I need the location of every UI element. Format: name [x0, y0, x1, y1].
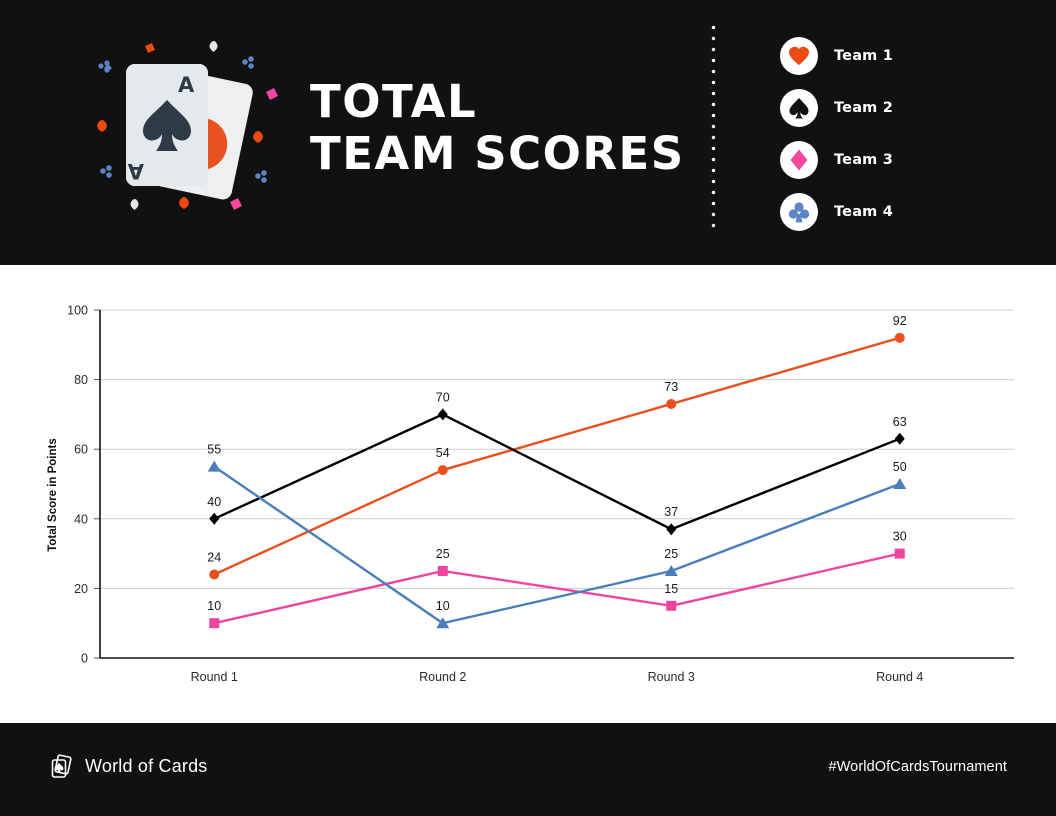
data-point-team-1	[209, 569, 220, 580]
data-point-label: 24	[207, 550, 221, 564]
data-point-label: 55	[207, 443, 221, 457]
data-point-team-1	[666, 398, 677, 409]
x-axis: Round 1 Round 2 Round 3 Round 4	[100, 657, 1014, 684]
data-point-label: 73	[664, 380, 678, 394]
line-chart: 020406080100 Round 1 Round 2 Round 3 Round …	[47, 304, 1014, 684]
data-point-team-2	[666, 523, 677, 536]
data-point-team-3	[209, 618, 220, 629]
title-line-1: TOTAL	[310, 75, 478, 128]
header-banner: A A A TOTAL TEAM SCORES T	[0, 0, 1056, 265]
footer-bar: World of Cards #WorldOfCardsTournament	[0, 723, 1056, 816]
data-point-label: 15	[664, 582, 678, 596]
data-point-label: 30	[893, 530, 907, 544]
data-point-label: 54	[436, 446, 450, 460]
chart-section: 0 20 40 60 80 100 Round 1 Round 2 Round 3 Round …	[0, 265, 1056, 723]
data-point-label: 10	[436, 599, 450, 613]
legend-item-team-1[interactable]: Team 1	[780, 30, 1010, 82]
x-tick-label: Round 2	[419, 670, 466, 684]
y-axis: 0 20 40 60 80 100	[67, 304, 101, 666]
chart-legend: Team 1 Team 2 Team 3 Team 4	[780, 30, 1010, 238]
y-tick-label: 40	[74, 512, 88, 526]
data-point-team-3	[894, 548, 905, 559]
series-lines	[213, 336, 901, 625]
legend-label-team-1: Team 1	[834, 48, 894, 64]
series-markers	[207, 332, 907, 629]
ace-of-spades-and-ace-of-diamonds: A A A	[82, 30, 297, 230]
series-line-team-1	[213, 336, 901, 576]
data-point-label: 10	[207, 599, 221, 613]
data-point-label: 70	[436, 390, 450, 404]
legend-item-team-4[interactable]: Team 4	[780, 186, 1010, 238]
title-line-2: TEAM SCORES	[310, 127, 685, 180]
data-point-label: 25	[664, 547, 678, 561]
x-tick-label: Round 1	[191, 670, 238, 684]
x-tick-label: Round 3	[648, 670, 695, 684]
point-labels: 24 54 73 92 40 70 37 63 10 25 15 30 55 10 25 50	[207, 314, 906, 613]
data-point-label: 63	[893, 415, 907, 429]
data-point-team-4	[207, 460, 221, 472]
legend-label-team-3: Team 3	[834, 152, 894, 168]
data-point-team-1	[894, 332, 905, 343]
brand-block: World of Cards	[47, 753, 208, 779]
data-point-team-3	[437, 566, 448, 576]
data-point-team-1	[437, 465, 448, 476]
hashtag-text: #WorldOfCardsTournament	[828, 759, 1007, 775]
svg-text:A: A	[127, 159, 144, 183]
data-point-team-2	[437, 408, 448, 421]
club-icon	[780, 193, 818, 231]
legend-label-team-4: Team 4	[834, 204, 894, 220]
data-point-label: 37	[664, 505, 678, 519]
data-point-label: 50	[893, 460, 907, 474]
legend-label-team-2: Team 2	[834, 100, 894, 116]
y-axis-title: Total Score in Points	[47, 438, 59, 552]
page-title: TOTAL TEAM SCORES	[310, 76, 690, 180]
legend-item-team-3[interactable]: Team 3	[780, 134, 1010, 186]
series-line-team-2	[213, 413, 901, 531]
data-point-label: 40	[207, 495, 221, 509]
y-tick-label: 80	[74, 373, 88, 387]
data-point-team-2	[209, 512, 220, 525]
data-point-label: 25	[436, 547, 450, 561]
y-tick-label: 20	[74, 582, 88, 596]
data-point-label: 92	[893, 314, 907, 328]
data-point-team-4	[893, 478, 907, 489]
svg-text:A: A	[178, 73, 195, 97]
data-point-team-3	[666, 600, 677, 611]
grid-lines	[100, 309, 1014, 589]
playing-cards-icon	[47, 753, 73, 779]
data-point-team-2	[894, 432, 905, 445]
x-tick-label: Round 4	[876, 670, 923, 684]
y-tick-label: 100	[67, 304, 88, 318]
spade-icon	[780, 89, 818, 127]
brand-name: World of Cards	[85, 755, 208, 776]
y-tick-label: 60	[74, 443, 88, 457]
dotted-divider	[711, 22, 716, 230]
diamond-icon	[780, 141, 818, 179]
heart-icon	[780, 37, 818, 75]
legend-item-team-2[interactable]: Team 2	[780, 82, 1010, 134]
y-tick-label: 0	[81, 652, 88, 666]
